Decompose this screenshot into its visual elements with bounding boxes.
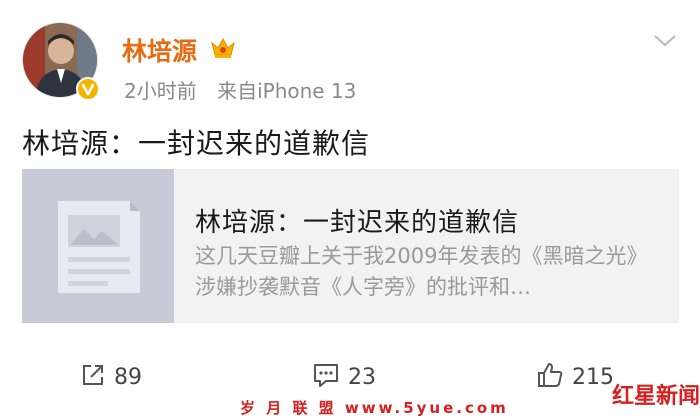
article-description: 这几天豆瓣上关于我2009年发表的《黑暗之光》涉嫌抄袭默音《人字旁》的批评和…: [195, 244, 648, 299]
article-thumbnail-icon: [22, 169, 174, 323]
watermark-text: 岁 月 联 盟 www.5yue.com: [240, 399, 509, 416]
chevron-down-icon[interactable]: [652, 31, 678, 51]
comment-button[interactable]: 23: [312, 362, 376, 392]
post-time: 2小时前: [124, 79, 197, 103]
verified-badge-icon: [76, 77, 100, 101]
watermark-logo: 红星新闻: [612, 383, 700, 409]
comment-icon: [312, 362, 340, 392]
post-meta: 2小时前 来自iPhone 13: [124, 75, 370, 104]
repost-count: 89: [114, 364, 142, 390]
username[interactable]: 林培源: [122, 32, 197, 68]
post-text: 林培源：一封迟来的道歉信: [22, 127, 371, 160]
repost-icon: [80, 362, 106, 392]
vip-crown-icon[interactable]: [209, 35, 237, 59]
article-card[interactable]: 林培源：一封迟来的道歉信 这几天豆瓣上关于我2009年发表的《黑暗之光》涉嫌抄袭…: [22, 169, 679, 323]
weibo-post: 林培源 2小时前 来自iPhone 13 林培源：一封迟来的道歉信 林培源：一封…: [0, 0, 700, 416]
like-count: 215: [572, 364, 614, 390]
repost-button[interactable]: 89: [80, 362, 142, 392]
article-title: 林培源：一封迟来的道歉信: [195, 208, 520, 238]
thumbs-up-icon: [536, 361, 564, 393]
post-source: 来自iPhone 13: [217, 79, 357, 103]
comment-count: 23: [348, 364, 376, 390]
like-button[interactable]: 215: [536, 362, 614, 392]
avatar[interactable]: [22, 22, 102, 102]
